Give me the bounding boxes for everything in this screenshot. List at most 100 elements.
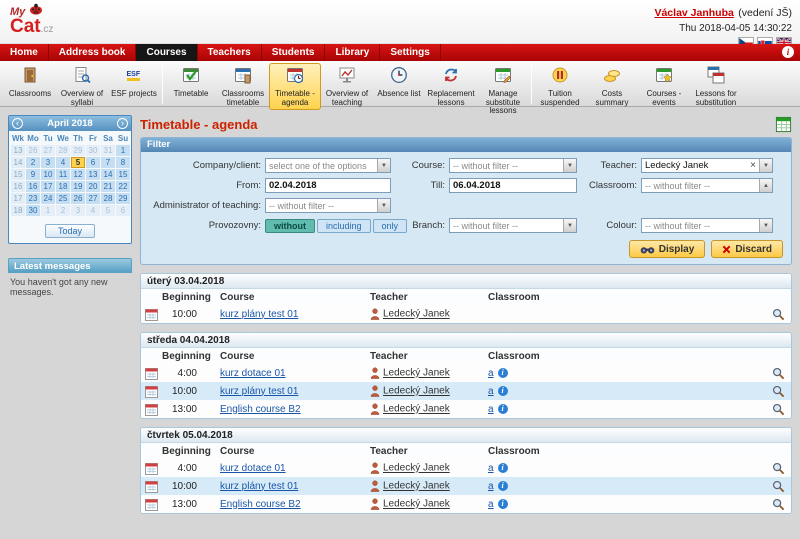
display-button[interactable]: Display xyxy=(629,240,706,258)
toolbar-item-tuition[interactable]: Tuition suspended xyxy=(534,63,586,110)
nav-home[interactable]: Home xyxy=(0,44,49,61)
calendar-day[interactable]: 30 xyxy=(26,205,40,216)
calendar-day[interactable]: 15 xyxy=(116,169,130,180)
calendar-day[interactable]: 19 xyxy=(71,181,85,192)
calendar-week-number[interactable]: 14 xyxy=(11,157,25,168)
calendar-day[interactable]: 21 xyxy=(101,181,115,192)
magnifier-icon[interactable] xyxy=(772,372,785,383)
lesson-calendar-icon[interactable] xyxy=(145,309,158,320)
course-select[interactable]: -- without filter -- ▼ xyxy=(449,158,577,173)
classroom-link[interactable]: a xyxy=(488,368,494,379)
info-icon[interactable]: i xyxy=(782,46,794,58)
calendar-day[interactable]: 2 xyxy=(56,205,70,216)
calendar-day[interactable]: 24 xyxy=(41,193,55,204)
lesson-row[interactable]: 13:00English course B2Ledecký Janekai xyxy=(141,495,791,513)
calendar-week-number[interactable]: 16 xyxy=(11,181,25,192)
nav-address-book[interactable]: Address book xyxy=(49,44,137,61)
calendar-day[interactable]: 22 xyxy=(116,181,130,192)
calendar-day[interactable]: 18 xyxy=(56,181,70,192)
classroom-link[interactable]: a xyxy=(488,386,494,397)
calendar-day[interactable]: 9 xyxy=(26,169,40,180)
company-select[interactable]: select one of the options ▼ xyxy=(265,158,391,173)
calendar-day[interactable]: 28 xyxy=(56,145,70,156)
calendar-day[interactable]: 26 xyxy=(26,145,40,156)
teacher-link[interactable]: Ledecký Janek xyxy=(383,368,450,379)
toolbar-item-absence[interactable]: Absence list xyxy=(373,63,425,102)
from-input[interactable] xyxy=(265,178,391,193)
colour-select[interactable]: -- without filter -- ▼ xyxy=(641,218,773,233)
info-icon[interactable]: i xyxy=(498,368,508,378)
toolbar-item-events[interactable]: Courses - events xyxy=(638,63,690,110)
nav-settings[interactable]: Settings xyxy=(380,44,440,61)
calendar-day[interactable]: 6 xyxy=(116,205,130,216)
calendar-day[interactable]: 4 xyxy=(86,205,100,216)
classroom-link[interactable]: a xyxy=(488,463,494,474)
toolbar-item-agenda[interactable]: Timetable - agenda xyxy=(269,63,321,110)
lesson-calendar-icon[interactable] xyxy=(145,368,158,379)
magnifier-icon[interactable] xyxy=(772,408,785,419)
calendar-day[interactable]: 5 xyxy=(101,205,115,216)
nav-library[interactable]: Library xyxy=(325,44,380,61)
classroom-link[interactable]: a xyxy=(488,404,494,415)
calendar-day[interactable]: 3 xyxy=(41,157,55,168)
magnifier-icon[interactable] xyxy=(772,485,785,496)
lesson-row[interactable]: 4:00kurz dotace 01Ledecký Janekai xyxy=(141,459,791,477)
lesson-row[interactable]: 10:00kurz plány test 01Ledecký Janekai xyxy=(141,382,791,400)
calendar-day[interactable]: 27 xyxy=(86,193,100,204)
export-icon[interactable] xyxy=(775,116,792,133)
calendar-week-number[interactable]: 18 xyxy=(11,205,25,216)
lesson-calendar-icon[interactable] xyxy=(145,481,158,492)
calendar-day[interactable]: 8 xyxy=(116,157,130,168)
calendar-day[interactable]: 29 xyxy=(71,145,85,156)
classroom-select[interactable]: -- without filter -- ▲ xyxy=(641,178,773,193)
calendar-day[interactable]: 13 xyxy=(86,169,100,180)
lesson-calendar-icon[interactable] xyxy=(145,404,158,415)
provozovny-without-button[interactable]: without xyxy=(265,219,315,233)
course-link[interactable]: English course B2 xyxy=(220,499,301,510)
calendar-day[interactable]: 20 xyxy=(86,181,100,192)
toolbar-item-timetable[interactable]: Timetable xyxy=(165,63,217,102)
calendar-next-icon[interactable]: › xyxy=(117,118,128,129)
teacher-link[interactable]: Ledecký Janek xyxy=(383,481,450,492)
calendar-day[interactable]: 29 xyxy=(116,193,130,204)
calendar-day[interactable]: 11 xyxy=(56,169,70,180)
course-link[interactable]: kurz dotace 01 xyxy=(220,368,286,379)
course-link[interactable]: kurz plány test 01 xyxy=(220,386,298,397)
teacher-link[interactable]: Ledecký Janek xyxy=(383,499,450,510)
today-button[interactable]: Today xyxy=(45,224,95,238)
course-link[interactable]: English course B2 xyxy=(220,404,301,415)
calendar-day[interactable]: 31 xyxy=(101,145,115,156)
teacher-select[interactable]: Ledecký Janek × ▼ xyxy=(641,158,773,173)
classroom-link[interactable]: a xyxy=(488,499,494,510)
toolbar-item-substitution[interactable]: Lessons for substitution xyxy=(690,63,742,110)
calendar-day[interactable]: 28 xyxy=(101,193,115,204)
teacher-link[interactable]: Ledecký Janek xyxy=(383,309,450,320)
lesson-calendar-icon[interactable] xyxy=(145,463,158,474)
nav-teachers[interactable]: Teachers xyxy=(198,44,262,61)
calendar-day[interactable]: 27 xyxy=(41,145,55,156)
course-link[interactable]: kurz dotace 01 xyxy=(220,463,286,474)
calendar-day[interactable]: 16 xyxy=(26,181,40,192)
calendar-day[interactable]: 30 xyxy=(86,145,100,156)
calendar-day[interactable]: 4 xyxy=(56,157,70,168)
user-link[interactable]: Václav Janhuba xyxy=(654,7,733,19)
calendar-day[interactable]: 1 xyxy=(41,205,55,216)
toolbar-item-costs[interactable]: Costs summary xyxy=(586,63,638,110)
calendar-day[interactable]: 17 xyxy=(41,181,55,192)
logo[interactable]: My Cat.cz xyxy=(10,3,53,36)
lesson-row[interactable]: 10:00kurz plány test 01Ledecký Janek xyxy=(141,305,791,323)
course-link[interactable]: kurz plány test 01 xyxy=(220,481,298,492)
calendar-day[interactable]: 7 xyxy=(101,157,115,168)
classroom-link[interactable]: a xyxy=(488,481,494,492)
toolbar-item-syllabi[interactable]: Overview of syllabi xyxy=(56,63,108,110)
clear-icon[interactable]: × xyxy=(747,159,759,172)
magnifier-icon[interactable] xyxy=(772,503,785,514)
toolbar-item-classrooms-timetable[interactable]: Classrooms timetable xyxy=(217,63,269,110)
nav-courses[interactable]: Courses xyxy=(136,44,197,61)
toolbar-item-esf[interactable]: ESFESF projects xyxy=(108,63,160,102)
calendar-day[interactable]: 12 xyxy=(71,169,85,180)
calendar-day[interactable]: 14 xyxy=(101,169,115,180)
toolbar-item-substitute[interactable]: Manage substitute lessons xyxy=(477,63,529,119)
magnifier-icon[interactable] xyxy=(772,390,785,401)
calendar-day[interactable]: 25 xyxy=(56,193,70,204)
